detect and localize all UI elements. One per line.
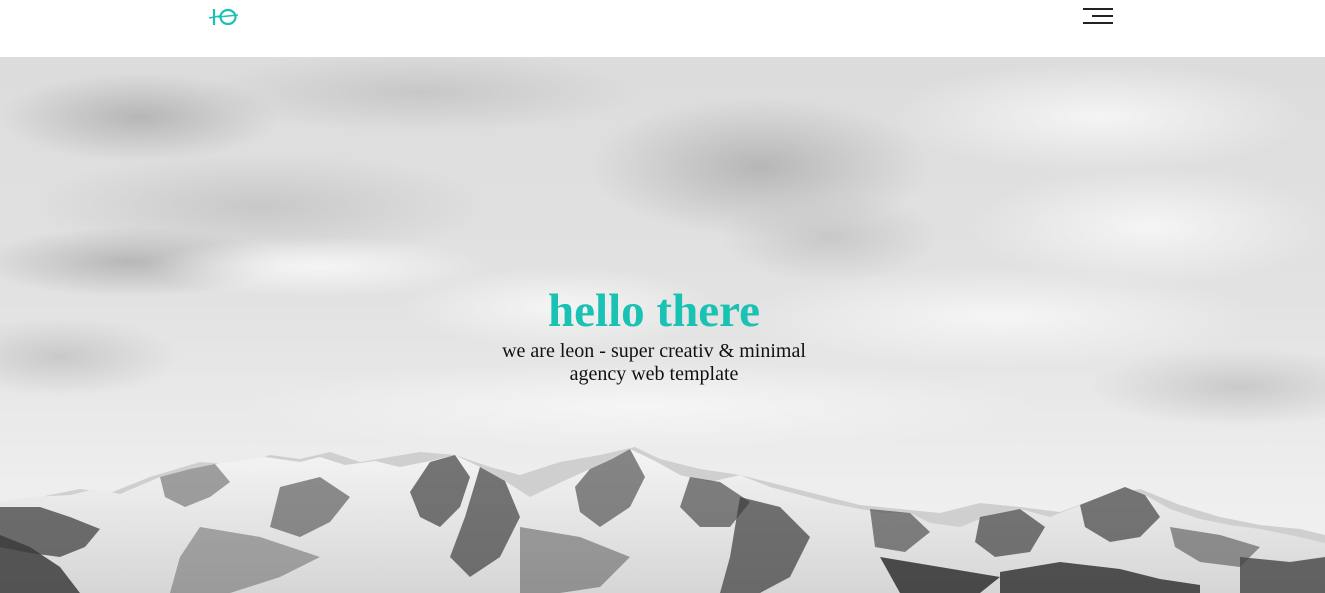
hero-text: hello there we are leon - super creativ … [0, 284, 1308, 386]
hamburger-menu-icon[interactable] [1080, 6, 1116, 28]
logo-icon[interactable] [208, 4, 240, 30]
hero-title: hello there [548, 285, 760, 337]
menu-line-middle [1092, 15, 1113, 17]
hero-section: hello there we are leon - super creativ … [0, 57, 1325, 593]
site-header [0, 0, 1325, 57]
hero-subtitle: we are leon - super creativ & minimal ag… [502, 340, 806, 385]
menu-line-bottom [1083, 22, 1113, 24]
menu-line-top [1083, 8, 1113, 10]
